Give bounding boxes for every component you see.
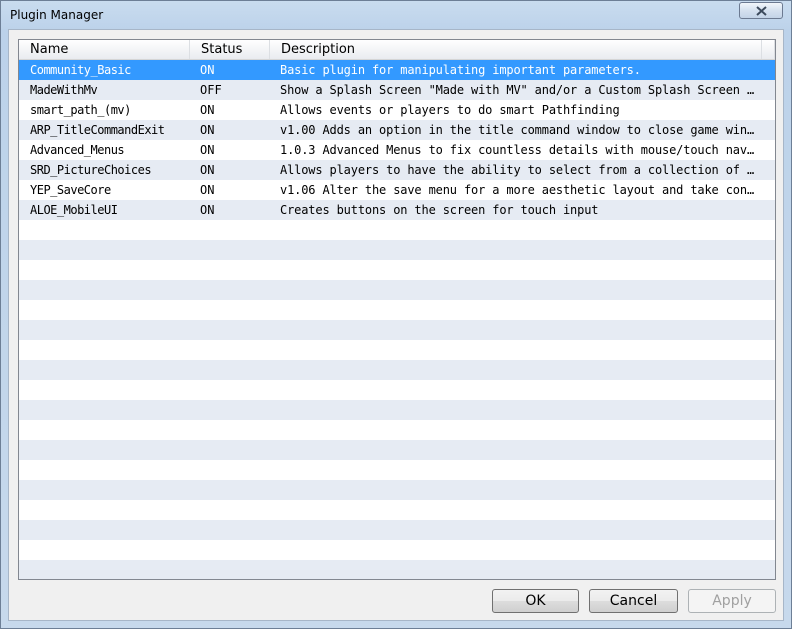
empty-row[interactable] bbox=[19, 300, 775, 320]
empty-row[interactable] bbox=[19, 500, 775, 520]
dialog-body: Name Status Description Community_Basic O… bbox=[8, 29, 784, 621]
title-bar[interactable]: Plugin Manager bbox=[1, 1, 791, 29]
plugin-name: YEP_SaveCore bbox=[30, 183, 111, 197]
plugin-description: Show a Splash Screen "Made with MV" and/… bbox=[280, 83, 758, 97]
empty-row[interactable] bbox=[19, 440, 775, 460]
plugin-status: ON bbox=[200, 203, 215, 217]
plugin-name: ALOE_MobileUI bbox=[30, 203, 118, 217]
plugin-description: 1.0.3 Advanced Menus to fix countless de… bbox=[280, 143, 758, 157]
table-row[interactable]: SRD_PictureChoices ON Allows players to ha… bbox=[19, 160, 775, 180]
close-icon bbox=[756, 6, 767, 16]
empty-row[interactable] bbox=[19, 320, 775, 340]
empty-row[interactable] bbox=[19, 260, 775, 280]
table-row[interactable]: YEP_SaveCore ON v1.06 Alter the save menu … bbox=[19, 180, 775, 200]
plugin-description: Creates buttons on the screen for touch … bbox=[280, 203, 599, 217]
plugin-name: Community_Basic bbox=[30, 63, 131, 77]
plugin-description: v1.06 Alter the save menu for a more aes… bbox=[280, 183, 758, 197]
plugin-description: Allows players to have the ability to se… bbox=[280, 163, 758, 177]
plugin-status: ON bbox=[200, 123, 215, 137]
plugin-name: MadeWithMv bbox=[30, 83, 98, 97]
plugin-description: Allows events or players to do smart Pat… bbox=[280, 103, 620, 117]
cancel-button[interactable]: Cancel bbox=[589, 589, 678, 613]
apply-button[interactable]: Apply bbox=[688, 589, 776, 613]
window-title: Plugin Manager bbox=[10, 8, 104, 22]
empty-row[interactable] bbox=[19, 280, 775, 300]
empty-row[interactable] bbox=[19, 240, 775, 260]
table-row[interactable]: MadeWithMv OFF Show a Splash Screen "Made … bbox=[19, 80, 775, 100]
plugin-description: v1.00 Adds an option in the title comman… bbox=[280, 123, 758, 137]
plugin-name: Advanced_Menus bbox=[30, 143, 125, 157]
plugin-name: SRD_PictureChoices bbox=[30, 163, 152, 177]
column-header-status[interactable]: Status bbox=[190, 40, 270, 59]
plugin-rows: Community_Basic ON Basic plugin for manipu… bbox=[19, 60, 775, 579]
plugin-manager-window: Plugin Manager Name Status Description C… bbox=[0, 0, 792, 629]
empty-row[interactable] bbox=[19, 560, 775, 579]
empty-row[interactable] bbox=[19, 480, 775, 500]
empty-row[interactable] bbox=[19, 360, 775, 380]
empty-row[interactable] bbox=[19, 400, 775, 420]
empty-row[interactable] bbox=[19, 380, 775, 400]
empty-row[interactable] bbox=[19, 540, 775, 560]
empty-row[interactable] bbox=[19, 340, 775, 360]
column-header-description[interactable]: Description bbox=[270, 40, 762, 59]
plugin-status: ON bbox=[200, 183, 215, 197]
plugin-name: ARP_TitleCommandExit bbox=[30, 123, 165, 137]
plugin-status: ON bbox=[200, 143, 215, 157]
close-button[interactable] bbox=[739, 2, 783, 19]
empty-row[interactable] bbox=[19, 220, 775, 240]
list-header: Name Status Description bbox=[19, 40, 775, 60]
plugin-description: Basic plugin for manipulating important … bbox=[280, 63, 641, 77]
table-row[interactable]: Community_Basic ON Basic plugin for manipu… bbox=[19, 60, 775, 80]
table-row[interactable]: ARP_TitleCommandExit ON v1.00 Adds an opti… bbox=[19, 120, 775, 140]
empty-row[interactable] bbox=[19, 460, 775, 480]
column-header-filler bbox=[762, 40, 775, 59]
ok-button[interactable]: OK bbox=[492, 589, 579, 613]
plugin-name: smart_path_(mv) bbox=[30, 103, 131, 117]
plugin-status: ON bbox=[200, 163, 215, 177]
table-row[interactable]: Advanced_Menus ON 1.0.3 Advanced Menus to … bbox=[19, 140, 775, 160]
table-row[interactable]: ALOE_MobileUI ON Creates buttons on the sc… bbox=[19, 200, 775, 220]
empty-row[interactable] bbox=[19, 420, 775, 440]
column-header-name[interactable]: Name bbox=[19, 40, 190, 59]
plugin-list[interactable]: Name Status Description Community_Basic O… bbox=[18, 39, 776, 580]
table-row[interactable]: smart_path_(mv) ON Allows events or player… bbox=[19, 100, 775, 120]
plugin-status: ON bbox=[200, 103, 215, 117]
plugin-status: OFF bbox=[200, 83, 222, 97]
empty-row[interactable] bbox=[19, 520, 775, 540]
plugin-status: ON bbox=[200, 63, 215, 77]
